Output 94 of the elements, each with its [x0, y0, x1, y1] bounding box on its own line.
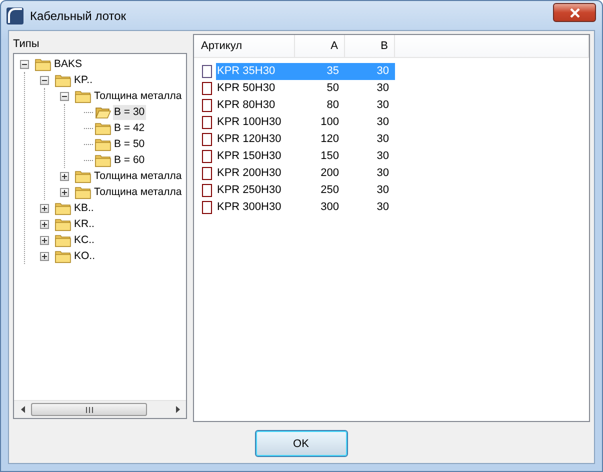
table-row[interactable]: KPR 150H30 150 30: [216, 148, 395, 165]
tree-item[interactable]: B = 42: [113, 120, 146, 136]
folder-icon: [55, 202, 71, 214]
app-icon: [6, 6, 24, 24]
table-cell-text: 30: [376, 64, 390, 79]
table-cell-text: 30: [376, 98, 390, 113]
tree-item[interactable]: B = 60: [113, 152, 146, 168]
table-cell-text: 30: [376, 132, 390, 147]
row-checkbox[interactable]: [202, 184, 212, 197]
tree-item[interactable]: B = 50: [113, 136, 146, 152]
collapse-icon[interactable]: [20, 60, 29, 68]
row-checkbox[interactable]: [202, 201, 212, 214]
folder-icon: [75, 186, 91, 198]
table-cell-text: 120: [320, 132, 340, 147]
group-label: Типы: [13, 37, 40, 52]
open-folder-icon: [95, 106, 111, 118]
table-cell-text: KPR 200H30: [216, 166, 282, 181]
table-cell-text: KPR 80H30: [216, 98, 276, 113]
tree-item[interactable]: Толщина металла: [93, 184, 183, 200]
expand-icon[interactable]: [40, 252, 49, 260]
tree-item[interactable]: BAKS: [53, 56, 84, 72]
table-row[interactable]: KPR 300H30 300 30: [216, 199, 395, 216]
table-cell-text: KPR 250H30: [216, 183, 282, 198]
table-row[interactable]: KPR 50H30 50 30: [216, 80, 395, 97]
folder-icon: [55, 218, 71, 230]
scroll-left-icon[interactable]: [20, 406, 24, 413]
table-cell-text: 50: [326, 81, 340, 96]
folder-icon: [55, 234, 71, 246]
row-checkbox[interactable]: [202, 150, 212, 163]
tree-item[interactable]: KR..: [73, 216, 96, 232]
row-checkbox[interactable]: [202, 167, 212, 180]
table-row[interactable]: KPR 200H30 200 30: [216, 165, 395, 182]
table-cell-text: 35: [326, 64, 340, 79]
folder-icon: [75, 90, 91, 102]
folder-icon: [95, 154, 111, 166]
table-cell-text: 100: [320, 115, 340, 130]
collapse-icon[interactable]: [60, 92, 69, 100]
row-checkbox[interactable]: [202, 65, 212, 78]
table-cell-text: 30: [376, 81, 390, 96]
tree-view[interactable]: BAKS KP.. Толщина металла B = 30 B = 42 B = 50 B = 60 Толщина металла Толщина металла KB.. KR.. KC.. KO..: [13, 53, 187, 419]
folder-icon: [55, 74, 71, 86]
horizontal-scrollbar[interactable]: [14, 400, 186, 418]
table-cell-text: 30: [376, 200, 390, 215]
expand-icon[interactable]: [40, 204, 49, 212]
table-cell-text: 30: [376, 183, 390, 198]
expand-icon[interactable]: [40, 236, 49, 244]
ok-button[interactable]: OK: [254, 430, 348, 457]
table-cell-text: 150: [320, 149, 340, 164]
folder-icon: [75, 170, 91, 182]
table-row[interactable]: KPR 100H30 100 30: [216, 114, 395, 131]
table-cell-text: 300: [320, 200, 340, 215]
folder-icon: [95, 122, 111, 134]
table-cell-text: 30: [376, 166, 390, 181]
item-list[interactable]: Артикул A B KPR 35H30 35 30 KPR 50H30 50 30 KPR 80H30 80 30 KPR 100H30 100 30 KPR 120H30 120 30 KPR 150H30 150 30 KPR 200H30 200 30 KPR 250H30 250 30 KPR 300H30 300 30: [193, 34, 590, 422]
table-cell-text: 250: [320, 183, 340, 198]
column-header[interactable]: Артикул: [201, 40, 242, 52]
close-icon: [568, 8, 580, 18]
table-cell-text: 80: [326, 98, 340, 113]
table-cell-text: KPR 150H30: [216, 149, 282, 164]
table-cell-text: KPR 35H30: [216, 64, 276, 79]
scroll-thumb[interactable]: [31, 403, 147, 416]
close-button[interactable]: [553, 3, 596, 22]
row-checkbox[interactable]: [202, 133, 212, 146]
folder-icon: [95, 138, 111, 150]
tree-item[interactable]: Толщина металла: [93, 88, 183, 104]
tree-item[interactable]: KO..: [73, 248, 96, 264]
column-header[interactable]: A: [330, 40, 338, 52]
table-cell-text: 30: [376, 115, 390, 130]
folder-icon: [55, 250, 71, 262]
tree-item[interactable]: KP..: [73, 72, 94, 88]
table-cell-text: KPR 100H30: [216, 115, 282, 130]
row-checkbox[interactable]: [202, 99, 212, 112]
window-title: Кабельный лоток: [30, 8, 128, 22]
column-header[interactable]: B: [380, 40, 388, 52]
table-row[interactable]: KPR 120H30 120 30: [216, 131, 395, 148]
table-cell-text: KPR 300H30: [216, 200, 282, 215]
table-cell-text: 200: [320, 166, 340, 181]
table-cell-text: 30: [376, 149, 390, 164]
tree-item[interactable]: Толщина металла: [93, 168, 183, 184]
scroll-right-icon[interactable]: [176, 406, 180, 413]
collapse-icon[interactable]: [40, 76, 49, 84]
row-checkbox[interactable]: [202, 82, 212, 95]
table-cell-text: KPR 120H30: [216, 132, 282, 147]
tree-item[interactable]: B = 30: [113, 104, 146, 120]
expand-icon[interactable]: [60, 188, 69, 196]
table-row[interactable]: KPR 80H30 80 30: [216, 97, 395, 114]
row-checkbox[interactable]: [202, 116, 212, 129]
expand-icon[interactable]: [40, 220, 49, 228]
table-cell-text: KPR 50H30: [216, 81, 276, 96]
expand-icon[interactable]: [60, 172, 69, 180]
tree-item[interactable]: KB..: [73, 200, 95, 216]
tree-item[interactable]: KC..: [73, 232, 96, 248]
table-row[interactable]: KPR 250H30 250 30: [216, 182, 395, 199]
folder-icon: [35, 58, 51, 70]
